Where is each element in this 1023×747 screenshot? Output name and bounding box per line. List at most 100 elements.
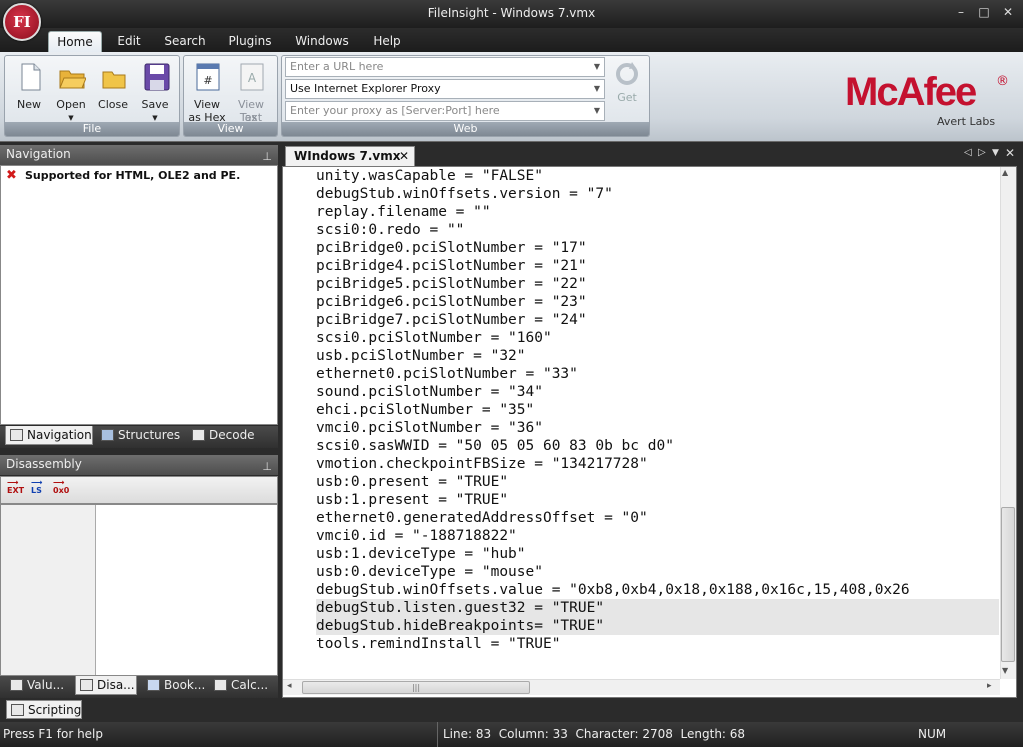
svg-text:#: # [203,74,212,87]
pin-icon[interactable]: ⊥ [262,147,272,166]
text-view-icon: A [240,63,264,91]
window-title: FileInsight - Windows 7.vmx [427,6,596,20]
code-line[interactable]: usb:0.present = "TRUE" [316,473,999,491]
code-line[interactable]: pciBridge5.pciSlotNumber = "22" [316,275,999,293]
ls-button[interactable]: ⟶ LS [31,479,42,495]
tab-scroll-right-icon[interactable]: ▷ [978,147,986,158]
url-dropdown-icon[interactable]: ▼ [590,58,604,76]
tab-plugins[interactable]: Plugins [222,31,278,52]
view-as-hex-button[interactable]: # View as Hex [186,62,228,124]
web-group: Enter a URL here ▼ Use Internet Explorer … [281,55,650,137]
horizontal-scroll-thumb[interactable]: ||| [302,681,530,694]
code-text[interactable]: unity.wasCapable = "FALSE" debugStub.winO… [316,167,999,677]
code-line[interactable]: ethernet0.pciSlotNumber = "33" [316,365,999,383]
bookmarks-icon [147,679,160,691]
refresh-icon [616,62,638,85]
code-line[interactable]: vmotion.checkpointFBSize = "134217728" [316,455,999,473]
view-group-label: View [184,122,277,136]
tab-calculator[interactable]: Calc... [210,676,276,695]
code-line[interactable]: pciBridge7.pciSlotNumber = "24" [316,311,999,329]
open-button[interactable]: Open ▼ [50,62,92,124]
close-window-button[interactable]: ✕ [997,4,1019,20]
close-document-icon[interactable]: ✕ [1005,146,1015,160]
open-folder-icon [59,70,86,89]
code-line[interactable]: unity.wasCapable = "FALSE" [316,167,999,185]
code-line[interactable]: pciBridge6.pciSlotNumber = "23" [316,293,999,311]
tab-home[interactable]: Home [48,31,102,52]
tab-help[interactable]: Help [366,31,408,52]
tab-scroll-left-icon[interactable]: ◁ [964,147,972,158]
ext-button[interactable]: ⟶ EXT [7,479,24,495]
code-line[interactable]: scsi0:0.redo = "" [316,221,999,239]
web-group-label: Web [282,122,649,136]
tab-values[interactable]: Valu... [6,676,72,695]
code-line[interactable]: debugStub.winOffsets.version = "7" [316,185,999,203]
scroll-down-icon[interactable]: ▼ [1002,666,1008,675]
tab-disassembly[interactable]: Disa... [75,676,137,695]
code-line[interactable]: vmci0.pciSlotNumber = "36" [316,419,999,437]
tab-decode[interactable]: Decode [188,426,273,445]
code-line[interactable]: debugStub.hideBreakpoints= "TRUE" [316,617,999,635]
code-line[interactable]: usb:1.deviceType = "hub" [316,545,999,563]
navigation-panel-header: Navigation ⊥ [0,145,278,165]
avert-labs-label: Avert Labs [937,115,996,128]
app-logo[interactable]: FI [3,3,41,41]
code-line[interactable]: usb:0.deviceType = "mouse" [316,563,999,581]
hex-view-icon: # [196,63,220,91]
navigation-message: Supported for HTML, OLE2 and PE. [25,169,241,182]
document-tab[interactable]: WIndows 7.vmx ✕ [285,146,415,167]
get-button[interactable]: Get [610,60,644,110]
scroll-up-icon[interactable]: ▲ [1002,168,1008,177]
url-input[interactable]: Enter a URL here ▼ [285,57,605,77]
tab-navigation[interactable]: Navigation [5,426,93,445]
tab-structures[interactable]: Structures [97,426,185,445]
proxy-dropdown-icon[interactable]: ▼ [590,102,604,120]
code-line[interactable]: tools.remindInstall = "TRUE" [316,635,999,653]
scroll-right-icon[interactable]: ▸ [987,681,992,691]
status-num: NUM [918,727,947,741]
tab-windows[interactable]: Windows [290,31,354,52]
code-line[interactable]: sound.pciSlotNumber = "34" [316,383,999,401]
code-line[interactable]: pciBridge0.pciSlotNumber = "17" [316,239,999,257]
pin-icon[interactable]: ⊥ [262,457,272,476]
code-line[interactable]: scsi0.sasWWID = "50 05 05 60 83 0b bc d0… [316,437,999,455]
scroll-left-icon[interactable]: ◂ [287,681,292,691]
mcafee-logo: McAfee [845,70,977,114]
status-position: Line: 83 Column: 33 Character: 2708 Leng… [437,722,745,747]
decode-icon [192,429,205,441]
view-as-text-button[interactable]: A View as Text [230,62,272,124]
code-line[interactable]: vmci0.id = "-188718822" [316,527,999,545]
disassembly-icon [80,679,93,691]
restore-button[interactable]: □ [973,4,995,20]
code-line[interactable]: usb:1.present = "TRUE" [316,491,999,509]
file-group: New Open ▼ Close Save ▼ File [4,55,180,137]
save-button[interactable]: Save ▼ [134,62,176,124]
tab-edit[interactable]: Edit [110,31,148,52]
structures-icon [101,429,114,441]
code-line[interactable]: pciBridge4.pciSlotNumber = "21" [316,257,999,275]
minimize-button[interactable]: – [950,4,972,20]
code-line[interactable]: scsi0.pciSlotNumber = "160" [316,329,999,347]
code-line[interactable]: ehci.pciSlotNumber = "35" [316,401,999,419]
tab-scripting[interactable]: Scripting [6,700,82,719]
view-group: # View as Hex A View as Text View [183,55,278,137]
tab-bookmarks[interactable]: Book... [143,676,209,695]
code-line[interactable]: replay.filename = "" [316,203,999,221]
close-button[interactable]: Close [92,62,134,124]
proxy-mode-select[interactable]: Use Internet Explorer Proxy ▼ [285,79,605,99]
code-line[interactable]: usb.pciSlotNumber = "32" [316,347,999,365]
tab-search[interactable]: Search [160,31,210,52]
code-line[interactable]: debugStub.winOffsets.value = "0xb8,0xb4,… [316,581,999,599]
proxy-mode-dropdown-icon[interactable]: ▼ [590,80,604,98]
error-icon: ✖ [6,168,17,183]
new-button[interactable]: New [8,62,50,124]
vertical-scroll-thumb[interactable] [1001,507,1015,662]
offset-button[interactable]: ⟶ 0x0 [53,479,69,495]
close-tab-icon[interactable]: ✕ [399,147,409,166]
proxy-input[interactable]: Enter your proxy as [Server:Port] here ▼ [285,101,605,121]
code-line[interactable]: ethernet0.generatedAddressOffset = "0" [316,509,999,527]
file-group-label: File [5,122,179,136]
code-line[interactable]: debugStub.listen.guest32 = "TRUE" [316,599,999,617]
tab-list-dropdown-icon[interactable]: ▼ [992,148,999,158]
values-icon [10,679,23,691]
